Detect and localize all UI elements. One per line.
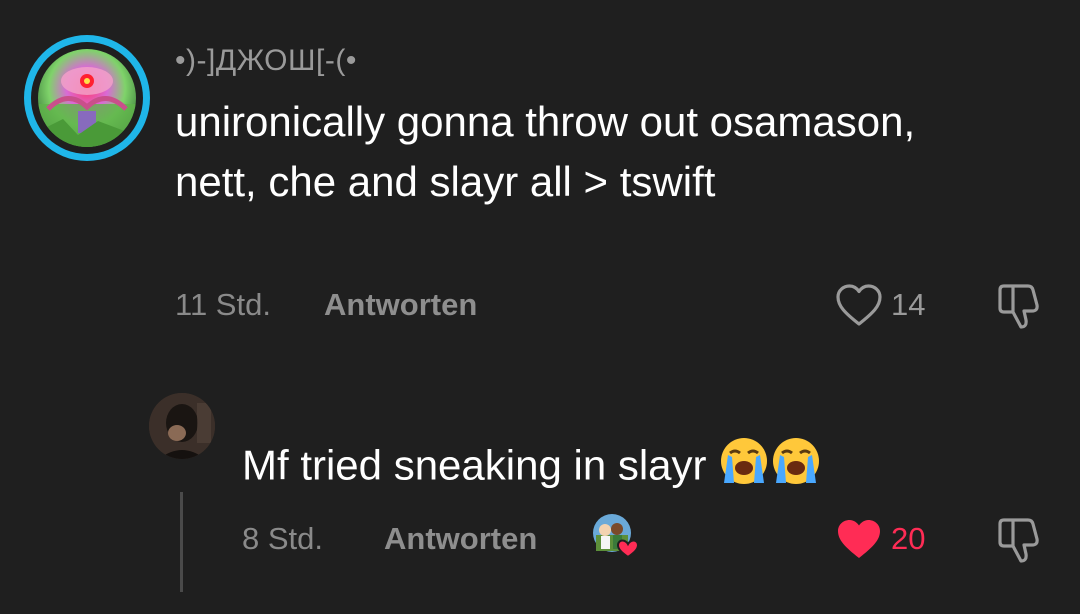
comment-text: unironically gonna throw out osamason, n…	[175, 98, 916, 205]
reply-reply-button[interactable]: Antworten	[384, 521, 537, 557]
loudly-crying-face-icon	[718, 435, 770, 502]
heart-filled-icon[interactable]	[835, 516, 883, 562]
thumbs-down-icon[interactable]	[995, 281, 1043, 331]
reply-like-count: 20	[891, 521, 926, 556]
avatar	[38, 49, 136, 147]
comment-like-count: 14	[891, 287, 926, 322]
comment-username[interactable]: •)-]ДЖОШ[-(•	[175, 44, 357, 78]
creator-liked-icon	[592, 513, 640, 559]
reply-text: Mf tried sneaking in slayr	[242, 441, 707, 489]
avatar-story-ring[interactable]	[24, 35, 150, 161]
reply-comment-line: Mf tried sneaking in slayr	[242, 435, 822, 502]
reply-timestamp: 8 Std.	[242, 521, 323, 556]
thumbs-down-icon[interactable]	[995, 515, 1043, 565]
reply-thread-line	[180, 492, 183, 592]
comment-reply-button[interactable]: Antworten	[324, 287, 477, 323]
comment-timestamp: 11 Std.	[175, 287, 271, 322]
loudly-crying-face-icon	[770, 435, 822, 502]
reply-avatar[interactable]	[149, 393, 215, 459]
heart-outline-icon[interactable]	[835, 282, 883, 328]
avatar-ring-gap	[31, 42, 143, 154]
